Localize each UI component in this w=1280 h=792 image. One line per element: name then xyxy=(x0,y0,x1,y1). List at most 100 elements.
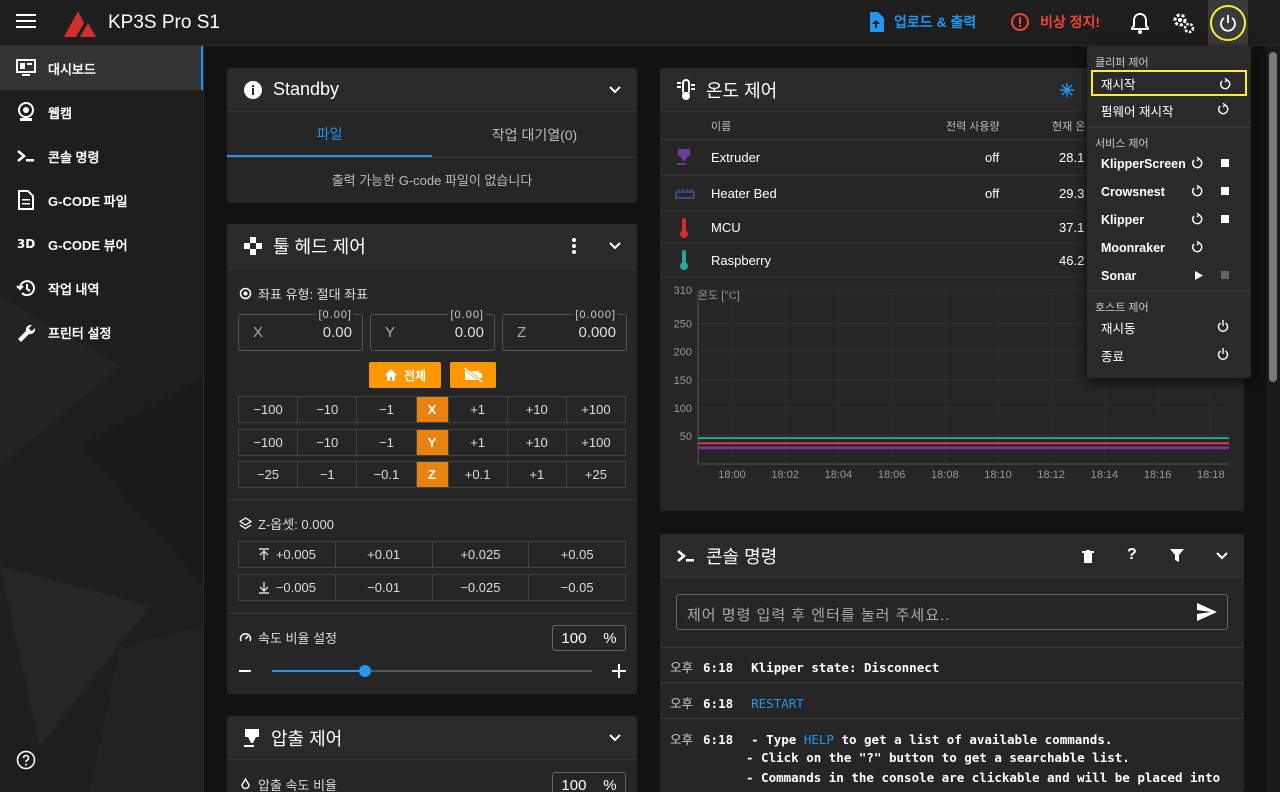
play-icon[interactable] xyxy=(1195,271,1203,280)
jog-button[interactable]: +1 xyxy=(449,430,508,455)
thermometer-lines-icon xyxy=(676,78,696,101)
scrollbar-thumb[interactable] xyxy=(1269,52,1277,382)
home-z-button[interactable]: Z xyxy=(416,462,449,487)
zoffset-button[interactable]: +0.05 xyxy=(529,542,625,567)
jog-button[interactable]: +0.1 xyxy=(449,462,508,487)
x-position-field[interactable]: X [0.00] 0.00 xyxy=(238,309,363,351)
jog-button[interactable]: +100 xyxy=(567,430,625,455)
menu-item-reboot[interactable]: 재시동 xyxy=(1091,314,1247,340)
flow-label: 압출 속도 비율 xyxy=(239,775,337,792)
jog-button[interactable]: +25 xyxy=(567,462,625,487)
zoffset-button[interactable]: −0.01 xyxy=(336,575,433,600)
tab-files[interactable]: 파일 xyxy=(227,112,432,157)
nav-gcode-files[interactable]: G-CODE 파일 xyxy=(0,178,203,222)
zoffset-button[interactable]: +0.025 xyxy=(433,542,530,567)
restart-icon[interactable] xyxy=(1191,213,1203,225)
jog-button[interactable]: +1 xyxy=(508,462,567,487)
motors-off-button[interactable] xyxy=(450,362,496,388)
nav-list: 대시보드 웹캠 콘솔 명령 G-CODE 파일 3D G-CODE 뷰어 작업 … xyxy=(0,46,203,354)
jog-button[interactable]: −25 xyxy=(239,462,299,487)
upload-and-print-button[interactable]: 업로드 & 출력 xyxy=(868,12,976,32)
menu-item-service-moonraker[interactable]: Moonraker xyxy=(1091,235,1247,261)
nav-dashboard[interactable]: 대시보드 xyxy=(0,46,203,90)
chevron-down-icon[interactable] xyxy=(607,730,623,746)
zoffset-button[interactable]: −0.005 xyxy=(239,575,336,600)
zoffset-button[interactable]: −0.025 xyxy=(433,575,530,600)
jog-button[interactable]: −100 xyxy=(239,430,299,455)
minus-icon[interactable] xyxy=(239,670,251,672)
restart-icon[interactable] xyxy=(1191,241,1203,253)
y-position-field[interactable]: Y [0.00] 0.00 xyxy=(370,309,495,351)
menu-item-service-crowsnest[interactable]: Crowsnest xyxy=(1091,179,1247,205)
menu-icon[interactable] xyxy=(16,14,36,32)
home-x-button[interactable]: X xyxy=(416,397,449,422)
help-icon[interactable]: ? xyxy=(1127,546,1137,564)
help-circle-icon[interactable] xyxy=(16,750,36,770)
jog-button[interactable]: −0.1 xyxy=(357,462,417,487)
speed-slider[interactable] xyxy=(272,665,592,677)
home-y-button[interactable]: Y xyxy=(416,430,449,455)
stop-icon[interactable] xyxy=(1221,159,1229,167)
console-line: - Commands in the console are clickable … xyxy=(746,770,1221,785)
menu-item-service-klipper[interactable]: Klipper xyxy=(1091,207,1247,233)
zoffset-button[interactable]: +0.01 xyxy=(336,542,433,567)
chevron-down-icon[interactable] xyxy=(607,82,623,98)
dots-vertical-icon[interactable] xyxy=(571,238,577,254)
nav-webcam[interactable]: 웹캠 xyxy=(0,90,203,134)
status-tabs: 파일 작업 대기열(0) xyxy=(227,112,637,158)
restart-icon[interactable] xyxy=(1191,185,1203,197)
menu-item-firmware-restart[interactable]: 펌웨어 재시작 xyxy=(1091,97,1247,123)
jog-button[interactable]: +10 xyxy=(508,397,567,422)
nav-gcode-viewer[interactable]: 3D G-CODE 뷰어 xyxy=(0,222,203,266)
delete-icon[interactable] xyxy=(1082,550,1094,564)
arrow-collapse-up-icon xyxy=(258,548,269,560)
menu-item-service-sonar[interactable]: Sonar xyxy=(1091,263,1247,289)
zoffset-button[interactable]: +0.005 xyxy=(239,542,336,567)
console-input[interactable]: 제어 명령 입력 후 엔터를 눌러 주세요.. xyxy=(676,594,1228,630)
monitor-dashboard-icon xyxy=(16,58,36,78)
nav-console[interactable]: 콘솔 명령 xyxy=(0,134,203,178)
slider-thumb[interactable] xyxy=(358,665,371,677)
jog-button[interactable]: −1 xyxy=(357,430,417,455)
jog-button[interactable]: −100 xyxy=(239,397,299,422)
send-icon[interactable] xyxy=(1197,603,1217,621)
power-button[interactable] xyxy=(1208,0,1248,46)
power-icon xyxy=(1217,348,1229,360)
jog-button[interactable]: +100 xyxy=(567,397,625,422)
page-scrollbar[interactable] xyxy=(1266,46,1280,792)
tab-job-queue[interactable]: 작업 대기열(0) xyxy=(432,112,637,157)
restart-icon[interactable] xyxy=(1191,157,1203,169)
y-axis-label: 온도 [°C] xyxy=(698,289,740,302)
zoffset-button[interactable]: −0.05 xyxy=(529,575,625,600)
menu-item-shutdown[interactable]: 종료 xyxy=(1091,342,1247,368)
jog-button[interactable]: −1 xyxy=(357,397,417,422)
nav-history[interactable]: 작업 내역 xyxy=(0,266,203,310)
menu-item-service-klipperscreen[interactable]: KlipperScreen xyxy=(1091,151,1247,177)
speed-factor-input[interactable]: 100 % xyxy=(552,625,626,651)
chevron-down-icon[interactable] xyxy=(1214,548,1230,564)
stop-icon[interactable] xyxy=(1221,187,1229,195)
home-all-button[interactable]: 전체 xyxy=(369,362,441,388)
emergency-stop-button[interactable]: 비상 정지! xyxy=(1010,12,1100,32)
information-icon xyxy=(243,80,263,100)
stop-icon[interactable] xyxy=(1221,215,1229,223)
snowflake-icon[interactable] xyxy=(1060,83,1074,97)
menu-item-restart[interactable]: 재시작 xyxy=(1091,70,1247,96)
jog-y-row: −100 −10 −1 Y +1 +10 +100 xyxy=(238,429,626,456)
nav-printer-settings[interactable]: 프린터 설정 xyxy=(0,310,203,354)
plus-icon[interactable] xyxy=(612,664,626,678)
jog-button[interactable]: +10 xyxy=(508,430,567,455)
z-position-field[interactable]: Z [0.000] 0.000 xyxy=(502,309,627,351)
divider xyxy=(227,499,637,500)
flow-factor-input[interactable]: 100 % xyxy=(552,772,626,792)
nav-label: 웹캠 xyxy=(48,105,72,121)
chevron-down-icon[interactable] xyxy=(607,238,623,254)
file-upload-icon xyxy=(870,12,884,32)
jog-button[interactable]: −1 xyxy=(298,462,358,487)
cogs-icon[interactable] xyxy=(1171,10,1197,36)
filter-icon[interactable] xyxy=(1170,549,1184,563)
jog-button[interactable]: +1 xyxy=(449,397,508,422)
bell-icon[interactable] xyxy=(1127,10,1153,36)
jog-button[interactable]: −10 xyxy=(298,430,358,455)
jog-button[interactable]: −10 xyxy=(298,397,358,422)
